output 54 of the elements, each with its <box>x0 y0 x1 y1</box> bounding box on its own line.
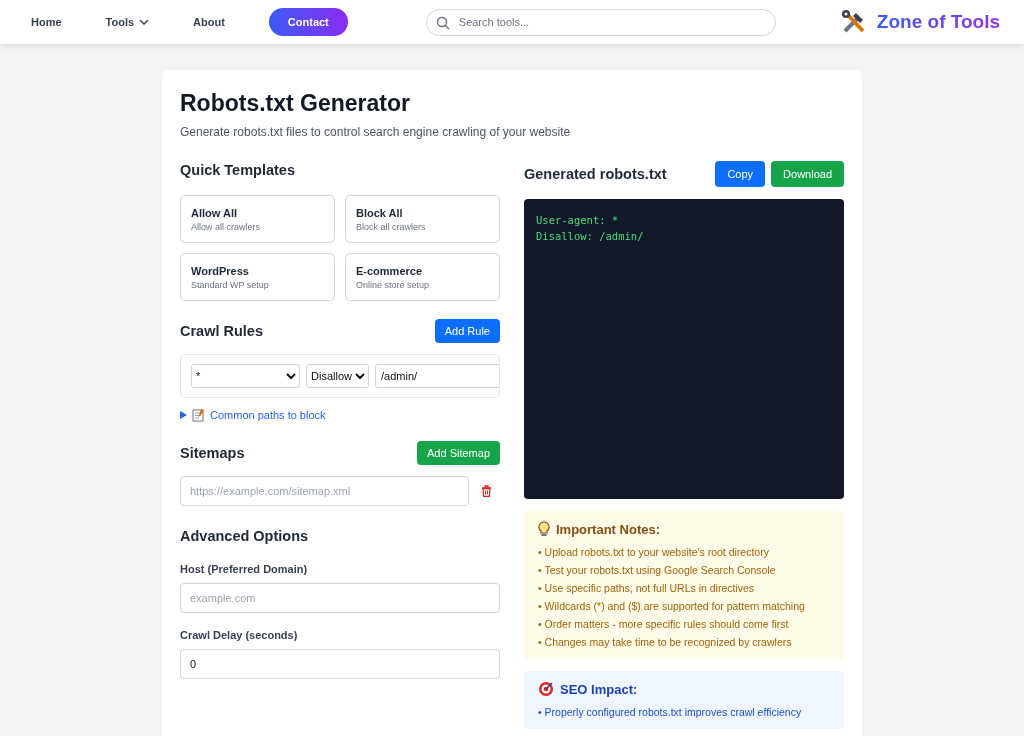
add-rule-button[interactable]: Add Rule <box>434 319 500 343</box>
note-item: • Test your robots.txt using Google Search Console <box>538 563 777 578</box>
search-field[interactable]: Search tools... <box>425 8 776 36</box>
template-description: Online store setup <box>356 280 431 290</box>
template-description: Allow all crawlers <box>191 222 262 232</box>
sitemap-url-field[interactable]: https://example.com/sitemap.xml <box>180 476 469 506</box>
section-heading: Quick Templates <box>180 162 295 178</box>
lightbulb-icon <box>538 521 550 537</box>
template-name: Allow All <box>191 207 239 219</box>
chevron-down-icon <box>139 18 150 26</box>
disclosure-triangle-icon[interactable] <box>180 411 187 419</box>
section-heading: Sitemaps <box>180 445 245 461</box>
nav-dropdown[interactable]: Tools <box>105 16 150 28</box>
notepad-icon <box>192 408 205 422</box>
section-heading: Crawl Rules <box>180 323 263 339</box>
notes-title: SEO Impact: <box>560 681 638 697</box>
contact-button[interactable]: Contact <box>268 8 348 36</box>
template-name: Block All <box>356 207 404 219</box>
directive-select[interactable]: Disallow <box>306 364 369 388</box>
crawl-delay-field[interactable]: 0 <box>180 649 500 679</box>
search-icon <box>435 15 450 30</box>
host-field[interactable]: example.com <box>180 583 500 613</box>
note-item: • Use specific paths, not full URLs in directives <box>538 581 756 596</box>
template-name: E-commerce <box>356 265 424 277</box>
copy-button[interactable]: Copy <box>715 160 766 187</box>
template-name: WordPress <box>191 265 250 277</box>
template-card[interactable]: E-commerce Online store setup <box>345 253 500 301</box>
template-card[interactable]: Block All Block all crawlers <box>345 195 500 243</box>
code-line: User-agent: * <box>536 213 620 228</box>
nav-link[interactable]: Home <box>31 16 62 28</box>
template-description: Standard WP setup <box>191 280 270 290</box>
template-description: Block all crawlers <box>356 222 427 232</box>
page-subtitle: Generate robots.txt files to control search engine crawling of your website <box>180 125 572 139</box>
section-heading: Advanced Options <box>180 528 309 544</box>
note-item: • Wildcards (*) and ($) are supported for pattern matching <box>538 599 806 614</box>
field-label: Host (Preferred Domain) <box>180 563 309 575</box>
note-item: • Upload robots.txt to your website's root directory <box>538 545 770 560</box>
section-heading: Generated robots.txt <box>524 165 667 182</box>
note-item: • Properly configured robots.txt improves crawl efficiency <box>538 705 803 720</box>
notes-title: Important Notes: <box>556 521 660 537</box>
common-paths-link[interactable]: Common paths to block <box>210 409 326 421</box>
trash-icon[interactable] <box>481 485 492 497</box>
note-item: • Changes may take time to be recognized by crawlers <box>538 635 793 650</box>
path-field[interactable]: /admin/ <box>375 364 499 388</box>
template-card[interactable]: WordPress Standard WP setup <box>180 253 335 301</box>
user-agent-select[interactable]: * <box>191 364 300 388</box>
nav-link[interactable]: About <box>193 16 225 28</box>
field-label: Crawl Delay (seconds) <box>180 629 299 641</box>
tools-logo-icon <box>840 9 867 35</box>
template-card[interactable]: Allow All Allow all crawlers <box>180 195 335 243</box>
note-item: • Order matters - more specific rules should come first <box>538 617 790 632</box>
page-title: Robots.txt Generator <box>180 90 412 117</box>
target-icon <box>538 681 554 697</box>
code-line: Disallow: /admin/ <box>536 229 645 244</box>
